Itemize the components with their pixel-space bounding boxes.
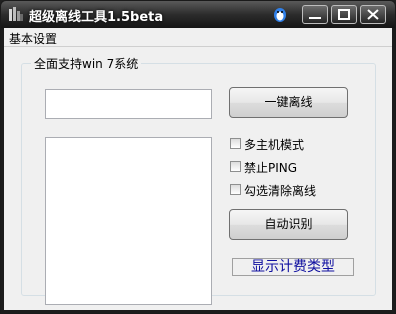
auto-detect-button[interactable]: 自动识别 xyxy=(229,209,348,240)
client-area: 全面支持win 7系统 一键离线 多主机模式 禁止PING 勾选清除离线 自动识… xyxy=(4,47,392,310)
clear-offline-checkbox[interactable]: 勾选清除离线 xyxy=(230,182,380,198)
checkbox-box[interactable] xyxy=(230,161,241,172)
window-title: 超级离线工具1.5beta xyxy=(29,10,164,25)
checkbox-box[interactable] xyxy=(230,138,241,149)
multi-host-checkbox[interactable]: 多主机模式 xyxy=(230,136,380,152)
close-button[interactable] xyxy=(360,5,386,24)
billing-type-label[interactable]: 显示计费类型 xyxy=(232,258,354,276)
app-icon xyxy=(9,7,23,21)
group-label: 全面支持win 7系统 xyxy=(31,55,142,72)
checkbox-box[interactable] xyxy=(230,184,241,195)
penguin-icon[interactable] xyxy=(272,6,288,23)
checkbox-label: 禁止PING xyxy=(244,161,298,175)
one-key-offline-button[interactable]: 一键离线 xyxy=(229,87,348,118)
host-list-box[interactable] xyxy=(45,137,212,305)
app-window: 超级离线工具1.5beta 基本设置 全面支持win 7系统 一键离线 多主机模… xyxy=(0,0,396,314)
minimize-icon xyxy=(309,17,321,19)
minimize-button[interactable] xyxy=(302,5,328,24)
menu-basic-settings[interactable]: 基本设置 xyxy=(9,30,57,47)
checkbox-label: 勾选清除离线 xyxy=(244,184,317,198)
title-bar[interactable]: 超级离线工具1.5beta xyxy=(1,1,395,28)
maximize-icon xyxy=(338,9,350,20)
close-icon xyxy=(367,9,379,20)
target-input[interactable] xyxy=(45,89,212,119)
maximize-button[interactable] xyxy=(331,5,357,24)
menu-bar: 基本设置 xyxy=(4,28,392,47)
checkbox-label: 多主机模式 xyxy=(244,138,305,152)
disable-ping-checkbox[interactable]: 禁止PING xyxy=(230,159,380,175)
